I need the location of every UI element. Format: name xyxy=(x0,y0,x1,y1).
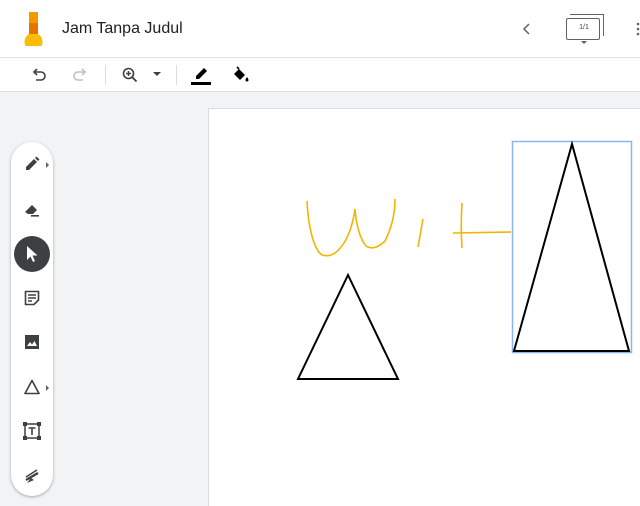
shape-tool-button[interactable] xyxy=(14,369,50,405)
zoom-in-icon xyxy=(122,67,138,83)
add-image-tool-button[interactable] xyxy=(14,324,50,360)
sticky-note-tool-button[interactable] xyxy=(14,280,50,316)
app-header: Jam Tanpa Judul 1/1 xyxy=(0,0,640,58)
toolbar-divider xyxy=(105,65,106,85)
jamboard-logo-icon xyxy=(18,12,44,51)
select-tool-button[interactable] xyxy=(14,236,50,272)
triangle-shape-icon xyxy=(24,379,40,395)
toolbar-divider xyxy=(176,65,177,85)
frame-bar-toggle[interactable]: 1/1 xyxy=(562,12,608,46)
chevron-left-icon xyxy=(522,23,530,35)
edit-toolbar xyxy=(0,58,640,92)
undo-button[interactable] xyxy=(27,63,51,87)
submenu-caret-icon xyxy=(46,385,49,391)
ink-stroke-l[interactable] xyxy=(417,218,424,248)
selection-box[interactable] xyxy=(511,140,633,354)
more-options-icon[interactable] xyxy=(634,22,640,36)
text-box-icon xyxy=(23,422,41,440)
pen-tool-button[interactable] xyxy=(14,146,50,182)
redo-button[interactable] xyxy=(68,63,92,87)
ink-stroke-t-vertical[interactable] xyxy=(460,202,463,249)
zoom-dropdown-caret-icon[interactable] xyxy=(153,72,161,76)
submenu-caret-icon xyxy=(46,162,49,168)
text-box-tool-button[interactable] xyxy=(14,413,50,449)
undo-icon xyxy=(32,68,46,81)
whiteboard-canvas[interactable] xyxy=(208,108,640,506)
triangle-shape-tall[interactable] xyxy=(512,140,631,352)
tool-rail xyxy=(11,142,53,496)
triangle-shape-small[interactable] xyxy=(296,272,400,380)
image-icon xyxy=(25,335,39,349)
fill-button[interactable] xyxy=(228,63,252,87)
previous-frame-button[interactable] xyxy=(514,16,540,42)
select-cursor-icon xyxy=(27,246,38,262)
ink-stroke-t-horizontal[interactable] xyxy=(452,231,512,234)
laser-tool-button[interactable] xyxy=(14,458,50,494)
sticky-note-icon xyxy=(24,290,40,306)
zoom-button[interactable] xyxy=(118,63,142,87)
laser-pointer-icon xyxy=(25,469,39,483)
redo-icon xyxy=(73,68,87,81)
ink-stroke-w[interactable] xyxy=(306,198,396,257)
document-title[interactable]: Jam Tanpa Judul xyxy=(62,20,183,38)
fill-bucket-icon xyxy=(234,66,249,82)
caret-down-icon xyxy=(581,41,587,44)
eraser-icon xyxy=(25,205,39,217)
pen-icon xyxy=(26,156,40,170)
pen-color-icon xyxy=(191,68,211,85)
frame-counter: 1/1 xyxy=(579,24,589,31)
eraser-tool-button[interactable] xyxy=(14,191,50,227)
pen-color-button[interactable] xyxy=(189,63,213,87)
